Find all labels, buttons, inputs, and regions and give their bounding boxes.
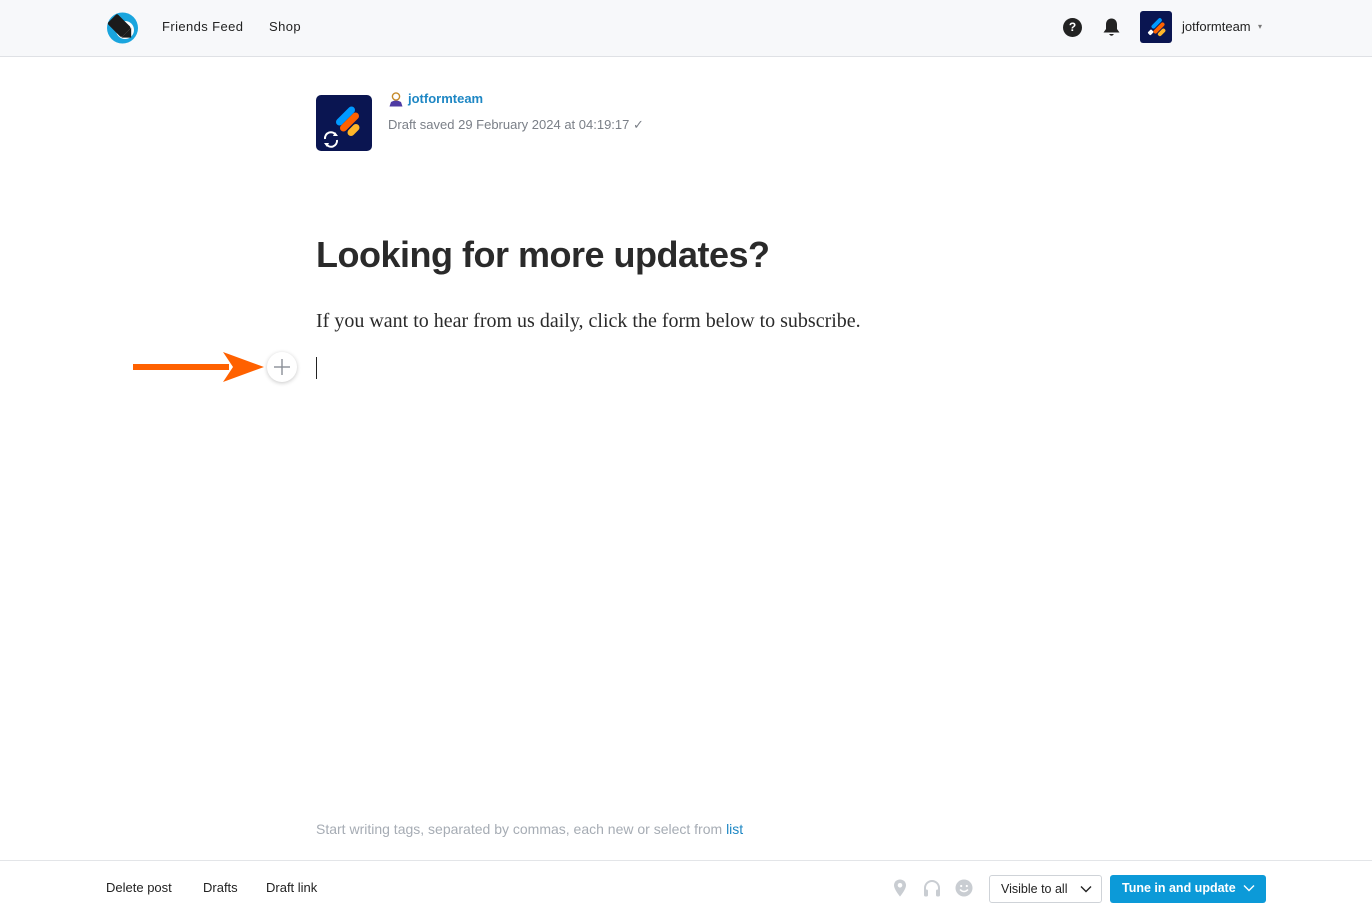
- visibility-dropdown[interactable]: Visible to all: [989, 875, 1102, 903]
- draft-saved-status: Draft saved 29 February 2024 at 04:19:17…: [388, 117, 644, 132]
- pen-logo-icon[interactable]: [106, 11, 139, 44]
- tags-list-link[interactable]: list: [726, 821, 743, 837]
- post-title[interactable]: Looking for more updates?: [316, 234, 770, 276]
- publish-button[interactable]: Tune in and update: [1110, 875, 1266, 903]
- headphones-icon[interactable]: [923, 879, 941, 897]
- chevron-down-icon[interactable]: ▾: [1258, 22, 1262, 31]
- tags-input[interactable]: Start writing tags, separated by commas,…: [316, 821, 743, 837]
- chevron-down-icon[interactable]: [1243, 884, 1255, 892]
- drafts-link[interactable]: Drafts: [203, 880, 238, 895]
- visibility-value: Visible to all: [1001, 882, 1068, 896]
- add-block-button[interactable]: [267, 352, 297, 382]
- draft-link-button[interactable]: Draft link: [266, 880, 317, 895]
- smiley-icon[interactable]: [955, 879, 973, 897]
- orange-arrow-icon: [133, 352, 264, 382]
- post-author-name[interactable]: jotformteam: [408, 91, 483, 106]
- help-icon[interactable]: ?: [1063, 18, 1082, 37]
- nav-friends-feed[interactable]: Friends Feed: [162, 19, 243, 34]
- text-cursor[interactable]: [316, 357, 317, 379]
- delete-post-button[interactable]: Delete post: [106, 880, 172, 895]
- user-icon: [389, 92, 403, 107]
- post-author-avatar: [316, 95, 372, 151]
- plus-icon: [274, 359, 290, 375]
- post-body-paragraph[interactable]: If you want to hear from us daily, click…: [316, 310, 861, 333]
- nav-shop[interactable]: Shop: [269, 19, 301, 34]
- chevron-down-icon: [1080, 886, 1092, 893]
- bell-icon[interactable]: [1102, 17, 1121, 38]
- user-avatar[interactable]: [1140, 11, 1172, 43]
- user-menu[interactable]: jotformteam: [1182, 19, 1251, 34]
- tags-hint-text: Start writing tags, separated by commas,…: [316, 821, 727, 837]
- publish-button-label: Tune in and update: [1122, 881, 1236, 895]
- location-pin-icon[interactable]: [891, 879, 909, 897]
